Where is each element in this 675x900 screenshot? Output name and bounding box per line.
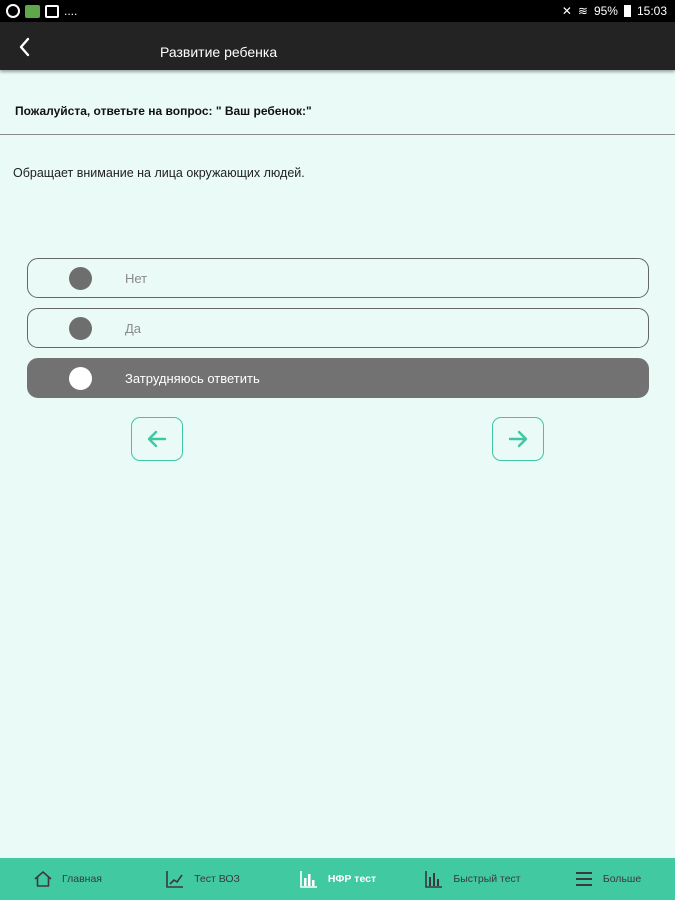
- menu-icon: [575, 872, 592, 886]
- tab-label: Быстрый тест: [453, 873, 521, 885]
- page-title: Развитие ребенка: [160, 44, 278, 60]
- mute-icon: ✕: [561, 4, 572, 18]
- status-more-dots: ....: [64, 4, 78, 18]
- chart-icon: [166, 871, 184, 888]
- tab-label: НФР тест: [327, 873, 377, 885]
- question-prompt: Пожалуйста, ответьте на вопрос: " Ваш ре…: [15, 104, 312, 118]
- home-icon: [34, 871, 52, 887]
- battery-percent: 95%: [593, 4, 618, 18]
- status-bar: .... ✕ ≋ 95% 15:03: [0, 0, 675, 22]
- bar-chart-icon: [300, 871, 317, 888]
- tab-who-test[interactable]: Тест ВОЗ: [135, 858, 270, 900]
- notification-flipboard-icon: [45, 4, 59, 18]
- tab-more[interactable]: Больше: [540, 858, 675, 900]
- option-hard-to-answer[interactable]: Затрудняюсь ответить: [27, 358, 649, 398]
- radio-indicator: [69, 317, 92, 340]
- battery-icon: [623, 5, 631, 17]
- radio-indicator: [69, 367, 92, 390]
- notification-app-icon: [6, 4, 20, 18]
- option-label: Затрудняюсь ответить: [125, 371, 260, 386]
- back-button[interactable]: [12, 34, 38, 60]
- radio-indicator: [69, 267, 92, 290]
- option-label: Нет: [125, 271, 148, 286]
- wifi-icon: ≋: [577, 4, 588, 18]
- answer-options: Нет Да Затрудняюсь ответить: [27, 258, 649, 408]
- status-system: ✕ ≋ 95% 15:03: [562, 4, 667, 18]
- bottom-tab-bar: Главная Тест ВОЗ НФР тест Быстрый тест Б…: [0, 858, 675, 900]
- previous-question-button[interactable]: [131, 417, 183, 461]
- question-text: Обращает внимание на лица окружающих люд…: [13, 166, 305, 180]
- arrow-right-icon: [508, 430, 528, 448]
- tab-nfr-test[interactable]: НФР тест: [270, 858, 405, 900]
- status-notifications: ....: [6, 4, 77, 18]
- back-arrow-icon: [19, 37, 30, 57]
- notification-game-icon: [25, 4, 40, 18]
- tab-label: Главная: [62, 873, 102, 885]
- bar-chart-icon: [425, 871, 443, 888]
- tab-quick-test[interactable]: Быстрый тест: [405, 858, 540, 900]
- divider: [0, 134, 675, 135]
- tab-label: Больше: [602, 873, 642, 885]
- option-label: Да: [125, 321, 142, 336]
- next-question-button[interactable]: [492, 417, 544, 461]
- tab-home[interactable]: Главная: [0, 858, 135, 900]
- status-time: 15:03: [636, 4, 667, 18]
- option-no[interactable]: Нет: [27, 258, 649, 298]
- tab-label: Тест ВОЗ: [194, 873, 240, 885]
- app-bar: Развитие ребенка: [0, 22, 675, 70]
- option-yes[interactable]: Да: [27, 308, 649, 348]
- arrow-left-icon: [147, 430, 167, 448]
